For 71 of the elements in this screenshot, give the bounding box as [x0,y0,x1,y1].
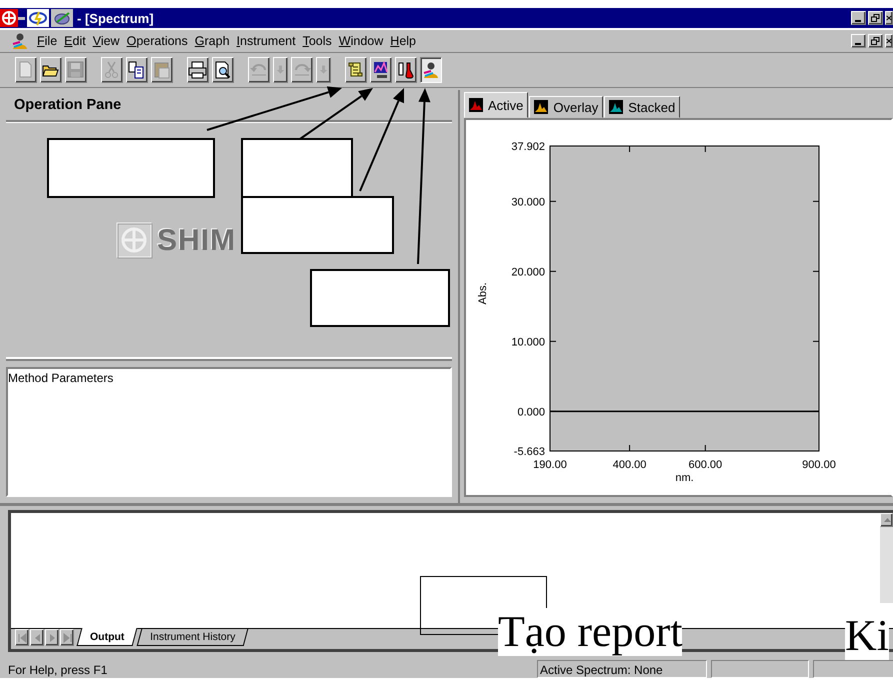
restore-button[interactable] [868,11,883,25]
last-arrow-icon [62,632,72,642]
tick-label: 37.902 [511,141,545,153]
app-button[interactable] [27,9,49,27]
tab[interactable]: Output [76,628,138,646]
logo-icon [116,222,153,259]
callout-label: Tạo report [498,608,682,656]
status-panel: Active Spectrum: None [537,660,707,678]
axis-title: Abs. [477,282,489,304]
menu-item[interactable]: File [37,34,58,48]
menu-item[interactable]: View [92,34,120,48]
tick-label: 10.000 [511,336,545,348]
tab[interactable]: Overlay [529,96,604,118]
tick-label: -5.663 [514,446,545,458]
menu-item[interactable]: Window [338,34,384,48]
spectrum-icon [469,98,483,112]
previous-button[interactable] [30,629,44,646]
dash-icon [18,16,25,20]
scroll-up-button[interactable] [880,513,893,527]
axis-title: nm. [675,472,694,484]
close-button[interactable] [885,34,893,48]
status-text: For Help, press F1 [8,663,108,678]
menu-item[interactable]: Operations [126,34,188,48]
tick-label: 190.00 [533,459,567,471]
minimize-button[interactable] [851,34,866,48]
restore-icon [871,14,880,22]
spectrum-icon [534,100,548,114]
spectrum-icon [609,100,624,114]
window-title: - [Spectrum] [77,10,154,26]
lightning-icon [29,10,47,26]
close-icon [886,37,892,45]
first-arrow-icon [18,632,26,642]
pane-title: Operation Pane [14,97,122,113]
menu-item[interactable]: Instrument [236,34,296,48]
next-button[interactable] [45,629,59,646]
tick-label: 600.00 [688,459,722,471]
clipboard-icon [152,60,172,80]
tick-label: 900.00 [802,459,836,471]
tick-label: 400.00 [612,459,646,471]
last-button[interactable] [60,629,74,646]
tab[interactable]: Stacked [604,96,680,118]
app-logo-icon [0,9,18,27]
scrollbar[interactable] [880,513,893,603]
up-arrow-icon [882,517,890,523]
first-button[interactable] [15,629,29,646]
close-button[interactable] [885,11,893,25]
person-icon [421,60,441,80]
globe-icon [53,10,71,26]
tick-label: 30.000 [511,196,545,208]
previous-arrow-icon [32,632,42,642]
menu-item[interactable]: Edit [64,34,86,48]
app-button[interactable] [51,9,73,27]
flask-icon [396,60,416,80]
person-icon[interactable] [10,31,30,51]
menu-item[interactable]: Help [390,34,416,48]
tick-label: 0.000 [517,406,545,418]
panel-title: Method Parameters [8,371,114,385]
print-preview-icon [213,60,233,80]
restore-button[interactable] [868,34,883,48]
tab[interactable]: Instrument History [137,629,249,646]
close-icon [886,14,892,22]
printer-icon [188,60,208,80]
minimize-button[interactable] [851,11,866,25]
next-arrow-icon [48,632,56,642]
toolbar-button[interactable] [420,57,442,83]
tick-label: 20.000 [511,266,545,278]
tab[interactable]: Active [464,92,528,118]
menu-item[interactable]: Graph [194,34,230,48]
menu-item[interactable]: Tools [302,34,332,48]
logo-text: SHIM [157,224,236,258]
restore-icon [871,37,880,45]
